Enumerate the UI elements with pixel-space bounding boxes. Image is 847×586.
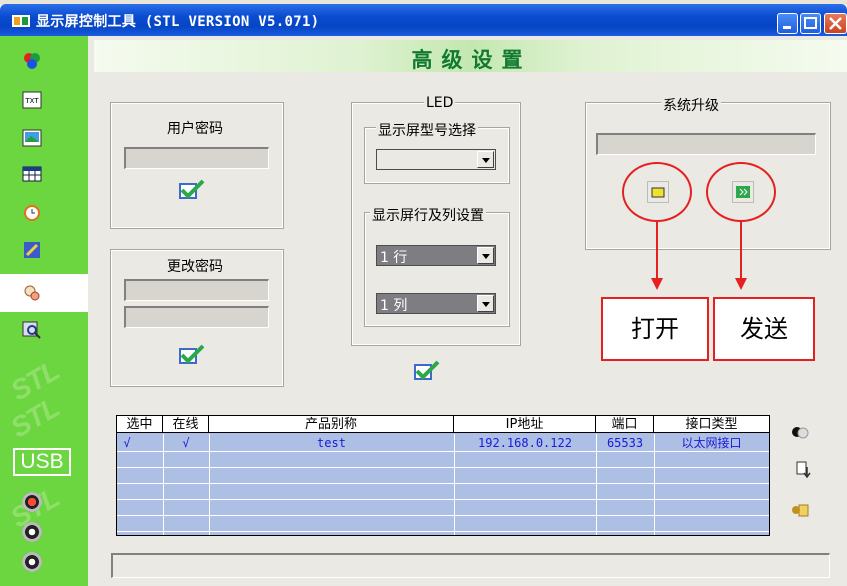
- row-interface-cell: 以太网接口: [681, 436, 742, 450]
- usb-indicator[interactable]: USB: [13, 448, 71, 476]
- row-online-cell: √: [182, 436, 190, 450]
- chevron-down-icon[interactable]: [477, 151, 494, 168]
- col-header-ip[interactable]: IP地址: [454, 416, 596, 433]
- confirm-check-icon[interactable]: [414, 360, 440, 382]
- minimize-icon: [783, 26, 791, 29]
- table-icon[interactable]: [22, 164, 42, 184]
- red-led-icon: [22, 492, 42, 512]
- annotation-circle-send: [706, 162, 776, 222]
- settings-icon[interactable]: [22, 283, 42, 303]
- close-button[interactable]: [824, 13, 847, 34]
- chevron-down-icon[interactable]: [477, 247, 494, 264]
- col-header-port[interactable]: 端口: [596, 416, 654, 433]
- close-icon: [829, 17, 842, 30]
- annotation-send-label: 发送: [713, 297, 815, 361]
- col-header-selected[interactable]: 选中: [117, 416, 163, 433]
- tool-icon[interactable]: [22, 240, 42, 260]
- user-password-field[interactable]: [124, 147, 269, 169]
- chevron-down-icon[interactable]: [477, 295, 494, 312]
- row-alias-cell: test: [317, 436, 346, 450]
- page-title: 高级设置: [411, 48, 532, 72]
- txt-icon[interactable]: TXT: [22, 90, 42, 110]
- clock-icon[interactable]: [22, 203, 42, 223]
- maximize-icon: [804, 17, 817, 29]
- title-bar[interactable]: 显示屏控制工具 (STL VERSION V5.071): [0, 4, 847, 36]
- upgrade-group: [585, 102, 831, 250]
- annotation-arrowhead: [651, 278, 663, 290]
- model-select-label: 显示屏型号选择: [376, 120, 478, 140]
- sidebar-selected-tab: [0, 274, 88, 312]
- maximize-button[interactable]: [800, 13, 821, 34]
- image-icon[interactable]: [22, 128, 42, 148]
- user-password-label: 用户密码: [167, 121, 223, 137]
- status-bar: [111, 553, 830, 578]
- minimize-button[interactable]: [777, 13, 798, 34]
- rows-select[interactable]: 1 行: [376, 245, 496, 266]
- annotation-open-label: 打开: [601, 297, 709, 361]
- led-group-label: LED: [424, 95, 456, 111]
- col-header-alias[interactable]: 产品别称: [209, 416, 454, 433]
- old-password-field[interactable]: [124, 279, 269, 301]
- row-port-cell: 65533: [606, 436, 644, 450]
- new-password-field[interactable]: [124, 306, 269, 328]
- toggle-icon[interactable]: [791, 423, 809, 441]
- annotation-circle-open: [622, 162, 692, 222]
- rowcol-label: 显示屏行及列设置: [370, 205, 486, 225]
- device-table[interactable]: 选中 在线 产品别称 IP地址 端口 接口类型 √ √ test 192.168…: [116, 415, 770, 536]
- package-icon[interactable]: [791, 501, 809, 519]
- svg-text:TXT: TXT: [24, 97, 39, 105]
- window-title: 显示屏控制工具 (STL VERSION V5.071): [36, 14, 320, 30]
- col-header-online[interactable]: 在线: [163, 416, 209, 433]
- upgrade-file-field[interactable]: [596, 133, 816, 155]
- cols-value: 1 列: [380, 298, 408, 314]
- change-password-label: 更改密码: [167, 259, 223, 275]
- annotation-arrow-open: [656, 222, 658, 278]
- col-header-interface[interactable]: 接口类型: [654, 416, 769, 433]
- annotation-arrow-send: [740, 222, 742, 278]
- confirm-check-icon[interactable]: [179, 179, 205, 201]
- cols-select[interactable]: 1 列: [376, 293, 496, 314]
- upgrade-label: 系统升级: [661, 95, 721, 115]
- row-ip-cell: 192.168.0.122: [478, 436, 572, 450]
- rows-value: 1 行: [380, 250, 408, 266]
- table-header: 选中 在线 产品别称 IP地址 端口 接口类型: [117, 416, 769, 433]
- model-select[interactable]: [376, 149, 496, 170]
- row-selected-cell[interactable]: √: [117, 435, 137, 451]
- app-icon: [12, 15, 30, 27]
- led-icon: [22, 552, 42, 572]
- annotation-arrowhead: [735, 278, 747, 290]
- import-icon[interactable]: [796, 461, 814, 479]
- confirm-check-icon[interactable]: [179, 344, 205, 366]
- led-icon: [22, 522, 42, 542]
- search-icon[interactable]: [22, 320, 42, 340]
